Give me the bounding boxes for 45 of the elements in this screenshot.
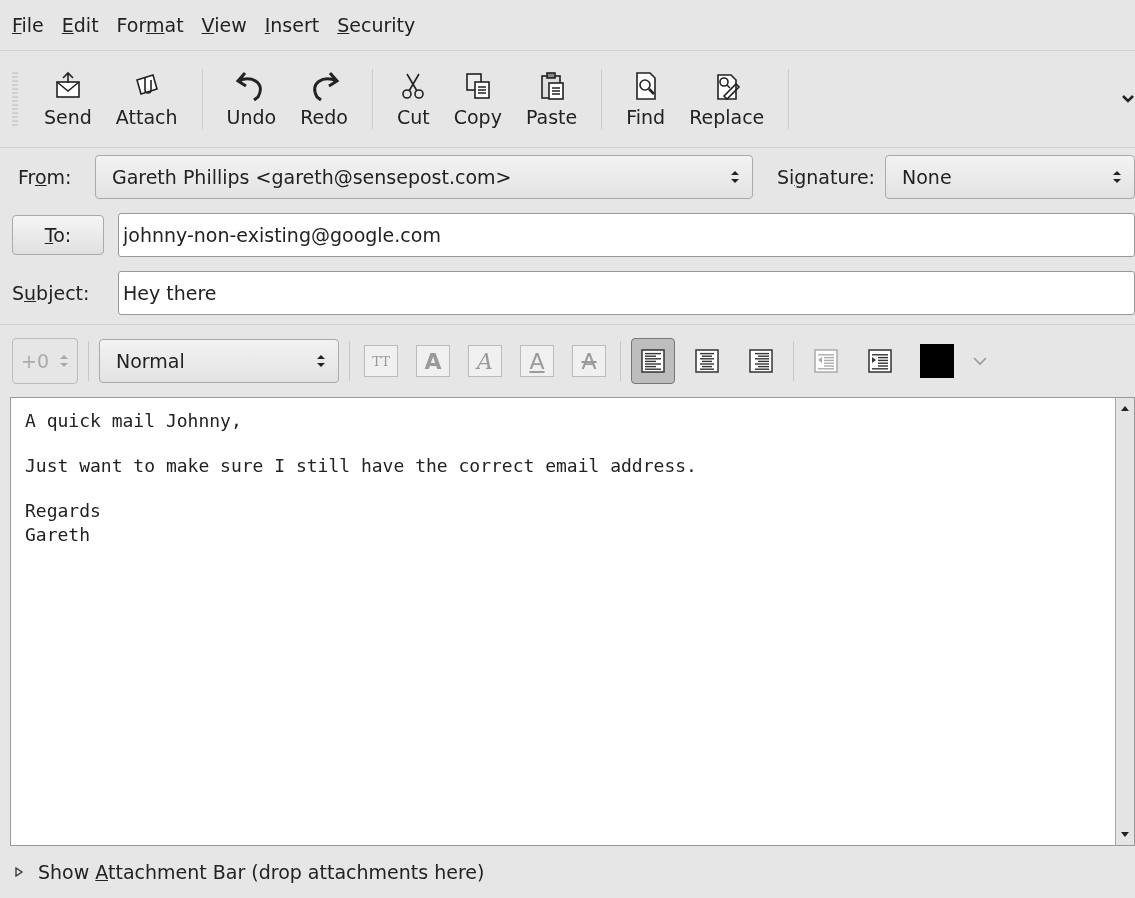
expander-triangle-icon[interactable]: [14, 866, 24, 878]
cut-button[interactable]: Cut: [384, 70, 442, 128]
overflow-chevron-icon[interactable]: [1121, 94, 1135, 104]
scroll-down-icon[interactable]: [1120, 831, 1130, 839]
from-dropdown[interactable]: Gareth Phillips <gareth@sensepost.com>: [94, 155, 753, 199]
copy-button[interactable]: Copy: [441, 70, 514, 128]
align-center-icon: [695, 349, 719, 373]
align-right-icon: [749, 349, 773, 373]
redo-button[interactable]: Redo: [288, 70, 360, 128]
menu-item[interactable]: Insert: [264, 14, 320, 36]
undo-button[interactable]: Undo: [214, 70, 289, 128]
send-button[interactable]: Send: [32, 70, 104, 128]
attachment-bar-toggle[interactable]: Show Attachment Bar (drop attachments here): [38, 861, 485, 883]
body-text-line: Regards: [25, 500, 102, 521]
outdent-icon: [814, 349, 838, 373]
updown-arrows-icon: [1112, 169, 1122, 185]
align-left-icon: [641, 349, 665, 373]
menu-item[interactable]: View: [201, 14, 247, 36]
updown-arrows-icon: [59, 353, 69, 369]
paragraph-style-dropdown[interactable]: Normal: [99, 339, 339, 383]
menu-item[interactable]: Format: [116, 14, 184, 36]
to-button[interactable]: To:: [12, 215, 104, 255]
signature-label: Signature:: [775, 166, 875, 188]
updown-arrows-icon: [316, 353, 326, 369]
to-field[interactable]: johnny-non-existing@google.com: [118, 213, 1135, 257]
scroll-up-icon[interactable]: [1120, 404, 1130, 412]
scrollbar[interactable]: [1115, 398, 1134, 845]
menu-item[interactable]: File: [12, 14, 44, 36]
find-button[interactable]: Find: [614, 70, 678, 128]
menu-item[interactable]: Security: [337, 14, 416, 36]
subject-label: Subject:: [12, 282, 91, 304]
signature-dropdown[interactable]: None: [885, 155, 1135, 199]
from-label: From:: [17, 166, 73, 188]
subject-field[interactable]: Hey there: [118, 271, 1135, 315]
menu-item[interactable]: Edit: [61, 14, 99, 36]
updown-arrows-icon: [729, 169, 740, 185]
attach-button[interactable]: Attach: [103, 70, 190, 128]
text-color-swatch[interactable]: [920, 344, 954, 378]
paste-button[interactable]: Paste: [513, 70, 590, 128]
replace-button[interactable]: Replace: [677, 70, 777, 128]
body-text-line: Gareth: [25, 524, 92, 545]
body-text-line: A quick mail Johnny,: [25, 410, 243, 431]
align-left-button[interactable]: [631, 338, 675, 384]
indent-icon: [868, 349, 892, 373]
body-text-line: Just want to make sure I still have the correct email address.: [25, 455, 698, 476]
